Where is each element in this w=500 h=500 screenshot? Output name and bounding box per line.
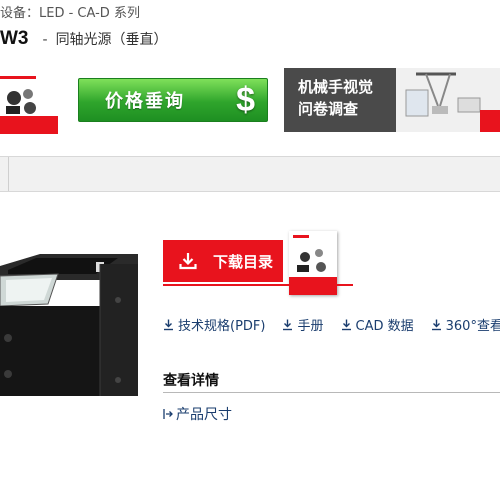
- dimensions-label: 产品尺寸: [176, 407, 232, 423]
- product-model: W3: [0, 28, 29, 49]
- catalog-divider: [163, 284, 353, 286]
- breadcrumb: 设备：LED - CA-D 系列: [0, 6, 140, 21]
- download-icon: [341, 319, 351, 330]
- robot-arm-image: [396, 68, 500, 132]
- price-inquiry-banner[interactable]: 价格垂询 $: [78, 78, 268, 122]
- download-icon: [431, 319, 441, 330]
- download-icon: [164, 319, 173, 330]
- survey-banner[interactable]: 机械手视觉 问卷调查: [284, 68, 500, 132]
- download-icon: [179, 253, 197, 270]
- tab-divider: [8, 157, 9, 191]
- arrow-right-icon: [163, 409, 173, 419]
- survey-line-2: 问卷调查: [298, 100, 359, 118]
- dimensions-link[interactable]: 产品尺寸: [163, 404, 232, 424]
- download-catalog-button[interactable]: 下载目录: [163, 240, 283, 282]
- cad-data-label: CAD 数据: [355, 319, 414, 334]
- page-title: W3 - 同轴光源（垂直）: [0, 28, 168, 50]
- title-separator: -: [42, 32, 48, 48]
- cad-data-link[interactable]: CAD 数据: [341, 315, 414, 334]
- download-icon: [283, 319, 293, 330]
- product-image: [0, 240, 140, 400]
- spec-pdf-label: 技术规格(PDF): [178, 319, 266, 334]
- manual-label: 手册: [297, 319, 324, 334]
- survey-line-1: 机械手视觉: [298, 78, 374, 96]
- spec-pdf-link[interactable]: 技术规格(PDF): [163, 315, 265, 334]
- download-catalog-label: 下载目录: [213, 252, 274, 271]
- survey-label: 机械手视觉 问卷调查: [298, 76, 373, 120]
- details-divider: [163, 392, 500, 393]
- download-links: 技术规格(PDF) 手册 CAD 数据 360°查看: [163, 315, 500, 334]
- tab-bar: [0, 156, 500, 192]
- view-360-link[interactable]: 360°查看: [431, 315, 500, 334]
- view-360-label: 360°查看: [445, 319, 500, 334]
- dollar-icon: $: [236, 81, 255, 119]
- product-subtitle: 同轴光源（垂直）: [55, 32, 168, 48]
- details-heading: 查看详情: [163, 373, 219, 389]
- manual-link[interactable]: 手册: [282, 315, 324, 334]
- catalog-banner-thumbnail[interactable]: [0, 72, 58, 134]
- price-inquiry-label: 价格垂询: [105, 91, 185, 112]
